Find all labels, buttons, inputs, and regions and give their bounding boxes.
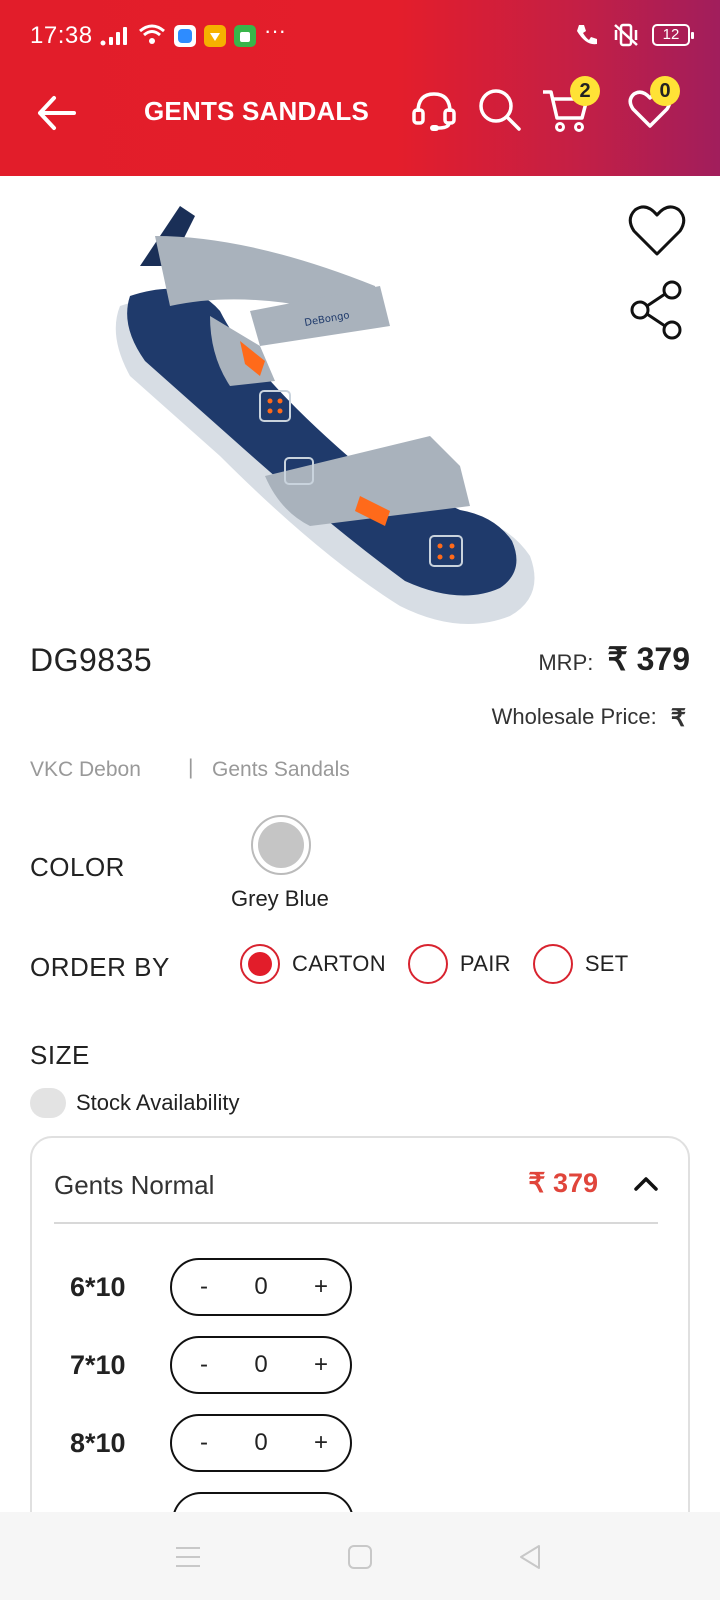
size-value: 8*10 <box>70 1427 126 1458</box>
order-by-label: ORDER BY <box>30 952 170 982</box>
mrp-price: MRP: ₹ 379 <box>538 640 690 678</box>
radio-carton[interactable]: CARTON <box>240 944 386 984</box>
decrement-button[interactable]: - <box>200 1273 208 1301</box>
quantity-stepper: - 0 + <box>170 1258 352 1316</box>
call-wifi-icon <box>577 25 597 45</box>
page-title: GENTS SANDALS <box>144 96 370 126</box>
quantity-stepper: - 0 + <box>170 1414 352 1472</box>
back-nav-icon[interactable] <box>515 1542 545 1572</box>
cart-count-badge: 2 <box>570 76 600 106</box>
wishlist-button[interactable]: 0 <box>626 76 686 142</box>
quantity-value[interactable]: 0 <box>254 1429 267 1457</box>
vibrate-icon <box>614 23 638 47</box>
mrp-label: MRP: <box>538 650 594 675</box>
quantity-stepper: - 0 + <box>170 1336 352 1394</box>
status-right: 12 <box>574 22 694 48</box>
support-headset-icon[interactable] <box>408 84 460 136</box>
radio-label: SET <box>584 951 629 976</box>
size-row: 7*10 - 0 + <box>70 1336 352 1394</box>
quantity-value[interactable]: 0 <box>254 1351 267 1379</box>
color-name: Grey Blue <box>231 886 329 911</box>
signal-icon <box>100 27 127 46</box>
decrement-button[interactable]: - <box>200 1351 208 1379</box>
notification-app-icon <box>174 25 196 47</box>
wholesale-price: Wholesale Price: ₹ <box>492 704 686 733</box>
decrement-button[interactable]: - <box>200 1429 208 1457</box>
battery-indicator: 12 <box>652 24 694 46</box>
wholesale-value: ₹ <box>670 705 686 732</box>
status-time: 17:38 <box>30 22 93 49</box>
product-image[interactable]: DeBongo <box>100 196 560 636</box>
wifi-icon <box>139 24 165 44</box>
share-icon[interactable] <box>626 278 688 340</box>
color-swatch[interactable] <box>251 815 311 875</box>
notification-app-icon <box>234 25 256 47</box>
radio-set[interactable]: SET <box>532 944 629 984</box>
breadcrumb-separator: | <box>188 756 194 779</box>
wishlist-count-badge: 0 <box>650 76 680 106</box>
increment-button[interactable]: + <box>314 1351 328 1379</box>
color-label: COLOR <box>30 852 125 882</box>
cart-button[interactable]: 2 <box>540 76 600 142</box>
search-icon[interactable] <box>474 84 526 136</box>
product-sku: DG9835 <box>30 642 153 678</box>
radio-button <box>407 944 448 984</box>
divider <box>54 1222 658 1224</box>
increment-button[interactable]: + <box>314 1273 328 1301</box>
stock-availability-toggle[interactable]: Stock Availability <box>30 1088 239 1118</box>
size-row: 6*10 - 0 + <box>70 1258 352 1316</box>
brand-name[interactable]: VKC Debon <box>30 758 141 782</box>
radio-label: CARTON <box>292 951 386 976</box>
radio-label: PAIR <box>459 951 511 976</box>
size-label: SIZE <box>30 1040 90 1070</box>
color-swatch-fill <box>258 822 304 868</box>
favorite-heart-icon[interactable] <box>626 200 688 262</box>
radio-button <box>532 944 573 984</box>
order-by-radio-group: CARTON PAIR SET <box>240 944 651 984</box>
mrp-value: ₹ 379 <box>607 641 690 677</box>
category-name[interactable]: Gents Sandals <box>212 758 350 782</box>
increment-button[interactable]: + <box>314 1429 328 1457</box>
app-bar: GENTS SANDALS 2 0 <box>0 56 720 176</box>
radio-pair[interactable]: PAIR <box>407 944 511 984</box>
menu-icon[interactable] <box>173 1542 203 1572</box>
size-value: 7*10 <box>70 1349 126 1380</box>
status-bar: 17:38 ··· 12 <box>0 0 720 56</box>
size-row: 8*10 - 0 + <box>70 1414 352 1472</box>
toggle-indicator <box>30 1088 66 1118</box>
size-group-name: Gents Normal <box>54 1170 215 1200</box>
top-header: 17:38 ··· 12 GENTS SANDALS 2 0 <box>0 0 720 176</box>
radio-button-selected <box>240 944 280 984</box>
size-value: 6*10 <box>70 1271 126 1302</box>
back-arrow-icon[interactable] <box>34 90 80 136</box>
wholesale-label: Wholesale Price: <box>491 704 657 729</box>
notification-app-icon <box>204 25 226 47</box>
system-nav-bar <box>0 1512 720 1600</box>
home-icon[interactable] <box>345 1542 375 1572</box>
chevron-up-icon[interactable] <box>632 1170 660 1198</box>
size-group-price: ₹ 379 <box>528 1168 598 1198</box>
more-notifications-icon: ··· <box>264 18 286 43</box>
stock-availability-label: Stock Availability <box>76 1090 240 1115</box>
quantity-value[interactable]: 0 <box>254 1273 267 1301</box>
